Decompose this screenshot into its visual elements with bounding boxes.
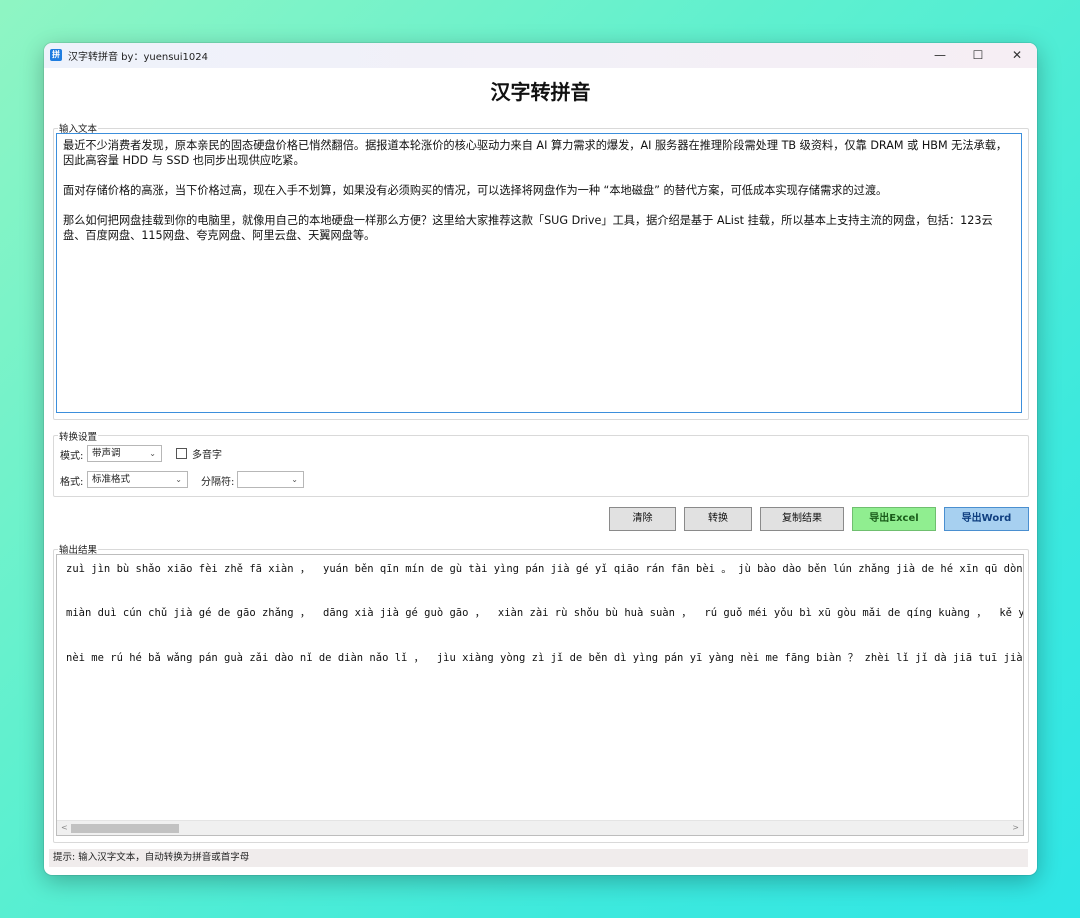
clear-button[interactable]: 清除 xyxy=(609,507,676,531)
scroll-left-icon[interactable]: < xyxy=(61,821,68,835)
format-select-value: 标准格式 xyxy=(92,474,131,485)
mode-label: 模式: xyxy=(60,451,84,462)
close-button[interactable]: ✕ xyxy=(998,43,1036,68)
output-textarea[interactable]: zuì jìn bù shǎo xiāo fèi zhě fā xiàn ， y… xyxy=(56,554,1024,836)
copy-result-button[interactable]: 复制结果 xyxy=(760,507,844,531)
export-word-button[interactable]: 导出Word xyxy=(944,507,1029,531)
input-paragraph: 那么如何把网盘挂载到你的电脑里，就像用自己的本地硬盘一样那么方便？这里给大家推荐… xyxy=(63,214,993,242)
scroll-right-icon[interactable]: > xyxy=(1012,821,1019,835)
chevron-down-icon: ⌄ xyxy=(149,449,156,458)
format-label: 格式: xyxy=(60,477,84,488)
settings-group-label: 转换设置 xyxy=(58,429,99,443)
chevron-down-icon: ⌄ xyxy=(175,475,182,484)
separator-select[interactable]: ⌄ xyxy=(237,471,304,488)
page-title: 汉字转拼音 xyxy=(490,80,591,104)
input-paragraph: 面对存储价格的高涨，当下价格过高，现在入手不划算，如果没有必须购买的情况，可以选… xyxy=(63,184,888,197)
mode-select[interactable]: 带声调 ⌄ xyxy=(87,445,162,462)
app-logo-icon: 拼 xyxy=(50,49,62,61)
maximize-button[interactable]: ☐ xyxy=(959,43,997,68)
output-line: zuì jìn bù shǎo xiāo fèi zhě fā xiàn ， y… xyxy=(66,563,1024,575)
format-select[interactable]: 标准格式 ⌄ xyxy=(87,471,188,488)
chevron-down-icon: ⌄ xyxy=(291,475,298,484)
separator-label: 分隔符: xyxy=(201,477,235,488)
status-bar: 提示: 输入汉字文本，自动转换为拼音或首字母 xyxy=(49,849,1028,867)
polyphone-label: 多音字 xyxy=(192,450,222,461)
input-textarea[interactable]: 最近不少消费者发现，原本亲民的固态硬盘价格已悄然翻倍。据报道本轮涨价的核心驱动力… xyxy=(56,133,1022,413)
settings-group xyxy=(53,435,1029,497)
output-line: nèi me rú hé bǎ wǎng pán guà zǎi dào nǐ … xyxy=(66,652,1024,664)
window-title: 汉字转拼音 by：yuensui1024 xyxy=(68,52,208,63)
app-window: 拼 汉字转拼音 by：yuensui1024 — ☐ ✕ 汉字转拼音 输入文本 … xyxy=(44,43,1037,875)
input-paragraph: 最近不少消费者发现，原本亲民的固态硬盘价格已悄然翻倍。据报道本轮涨价的核心驱动力… xyxy=(63,139,1008,167)
mode-select-value: 带声调 xyxy=(92,448,121,459)
convert-button[interactable]: 转换 xyxy=(684,507,752,531)
horizontal-scrollbar[interactable]: < > xyxy=(57,820,1023,835)
polyphone-checkbox[interactable] xyxy=(176,448,187,459)
export-excel-button[interactable]: 导出Excel xyxy=(852,507,936,531)
title-bar[interactable]: 拼 汉字转拼音 by：yuensui1024 — ☐ ✕ xyxy=(44,43,1037,68)
output-line: miàn duì cún chǔ jià gé de gāo zhǎng ， d… xyxy=(66,607,1024,619)
minimize-button[interactable]: — xyxy=(921,43,959,68)
scrollbar-thumb[interactable] xyxy=(71,824,179,833)
